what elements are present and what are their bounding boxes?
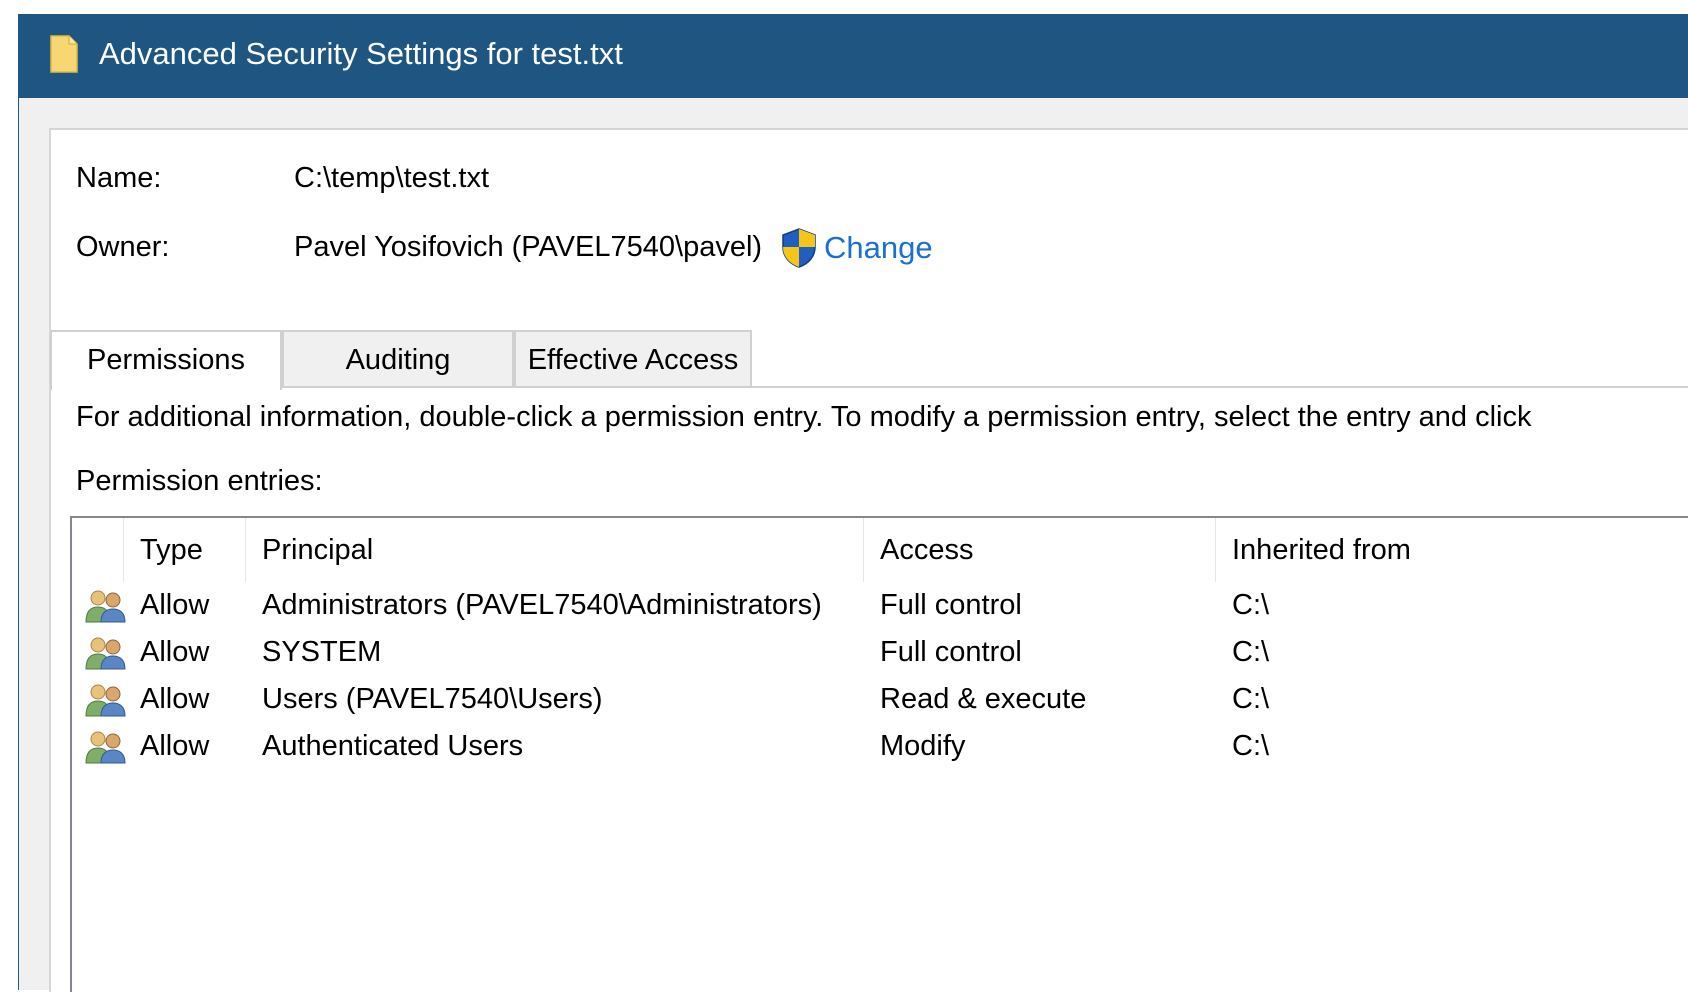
- column-header-icon[interactable]: [72, 518, 124, 582]
- cell-access: Modify: [880, 730, 966, 762]
- name-label: Name:: [76, 162, 162, 194]
- screen: Advanced Security Settings for test.txt …: [0, 0, 1688, 992]
- permission-entries-label: Permission entries:: [76, 465, 323, 497]
- table-row[interactable]: Allow Authenticated Users Modify C:\: [72, 721, 1684, 771]
- column-header-inherited-from[interactable]: Inherited from: [1216, 518, 1688, 582]
- cell-principal: Administrators (PAVEL7540\Administrators…: [262, 589, 822, 621]
- table-row[interactable]: Allow Users (PAVEL7540\Users) Read & exe…: [72, 674, 1684, 724]
- column-header-principal[interactable]: Principal: [246, 518, 864, 582]
- cell-inherited-from: C:\: [1232, 636, 1270, 668]
- cell-principal: Users (PAVEL7540\Users): [262, 683, 603, 715]
- table-row[interactable]: Allow SYSTEM Full control C:\: [72, 627, 1684, 677]
- users-group-icon: [85, 637, 126, 670]
- permission-entries-list[interactable]: Type Principal Access Inherited from All…: [70, 516, 1688, 992]
- cell-type: Allow: [140, 589, 210, 621]
- name-value: C:\temp\test.txt: [294, 162, 489, 194]
- cell-principal: SYSTEM: [262, 636, 382, 668]
- tab-permissions[interactable]: Permissions: [50, 330, 282, 390]
- column-header-type[interactable]: Type: [124, 518, 246, 582]
- users-group-icon: [85, 684, 126, 717]
- cell-inherited-from: C:\: [1232, 683, 1270, 715]
- table-row[interactable]: Allow Administrators (PAVEL7540\Administ…: [72, 580, 1684, 630]
- cell-type: Allow: [140, 730, 210, 762]
- tab-auditing[interactable]: Auditing: [282, 330, 514, 386]
- window-title: Advanced Security Settings for test.txt: [99, 36, 623, 71]
- cell-access: Full control: [880, 636, 1022, 668]
- tab-effective-access[interactable]: Effective Access: [514, 330, 752, 386]
- cell-access: Read & execute: [880, 683, 1087, 715]
- title-bar[interactable]: Advanced Security Settings for test.txt: [19, 14, 1688, 98]
- owner-value: Pavel Yosifovich (PAVEL7540\pavel): [294, 231, 763, 263]
- cell-inherited-from: C:\: [1232, 589, 1270, 621]
- cell-access: Full control: [880, 589, 1022, 621]
- change-owner-link[interactable]: Change: [824, 229, 933, 267]
- owner-label: Owner:: [76, 231, 170, 263]
- users-group-icon: [85, 590, 126, 623]
- cell-principal: Authenticated Users: [262, 730, 524, 762]
- cell-inherited-from: C:\: [1232, 730, 1270, 762]
- cell-type: Allow: [140, 683, 210, 715]
- cell-type: Allow: [140, 636, 210, 668]
- column-header-access[interactable]: Access: [864, 518, 1216, 582]
- list-header: Type Principal Access Inherited from: [72, 518, 1684, 582]
- users-group-icon: [85, 731, 126, 764]
- folder-icon: [50, 35, 78, 73]
- uac-shield-icon: [782, 228, 816, 268]
- tab-strip-border: [52, 386, 1688, 388]
- instruction-text: For additional information, double-click…: [76, 401, 1532, 433]
